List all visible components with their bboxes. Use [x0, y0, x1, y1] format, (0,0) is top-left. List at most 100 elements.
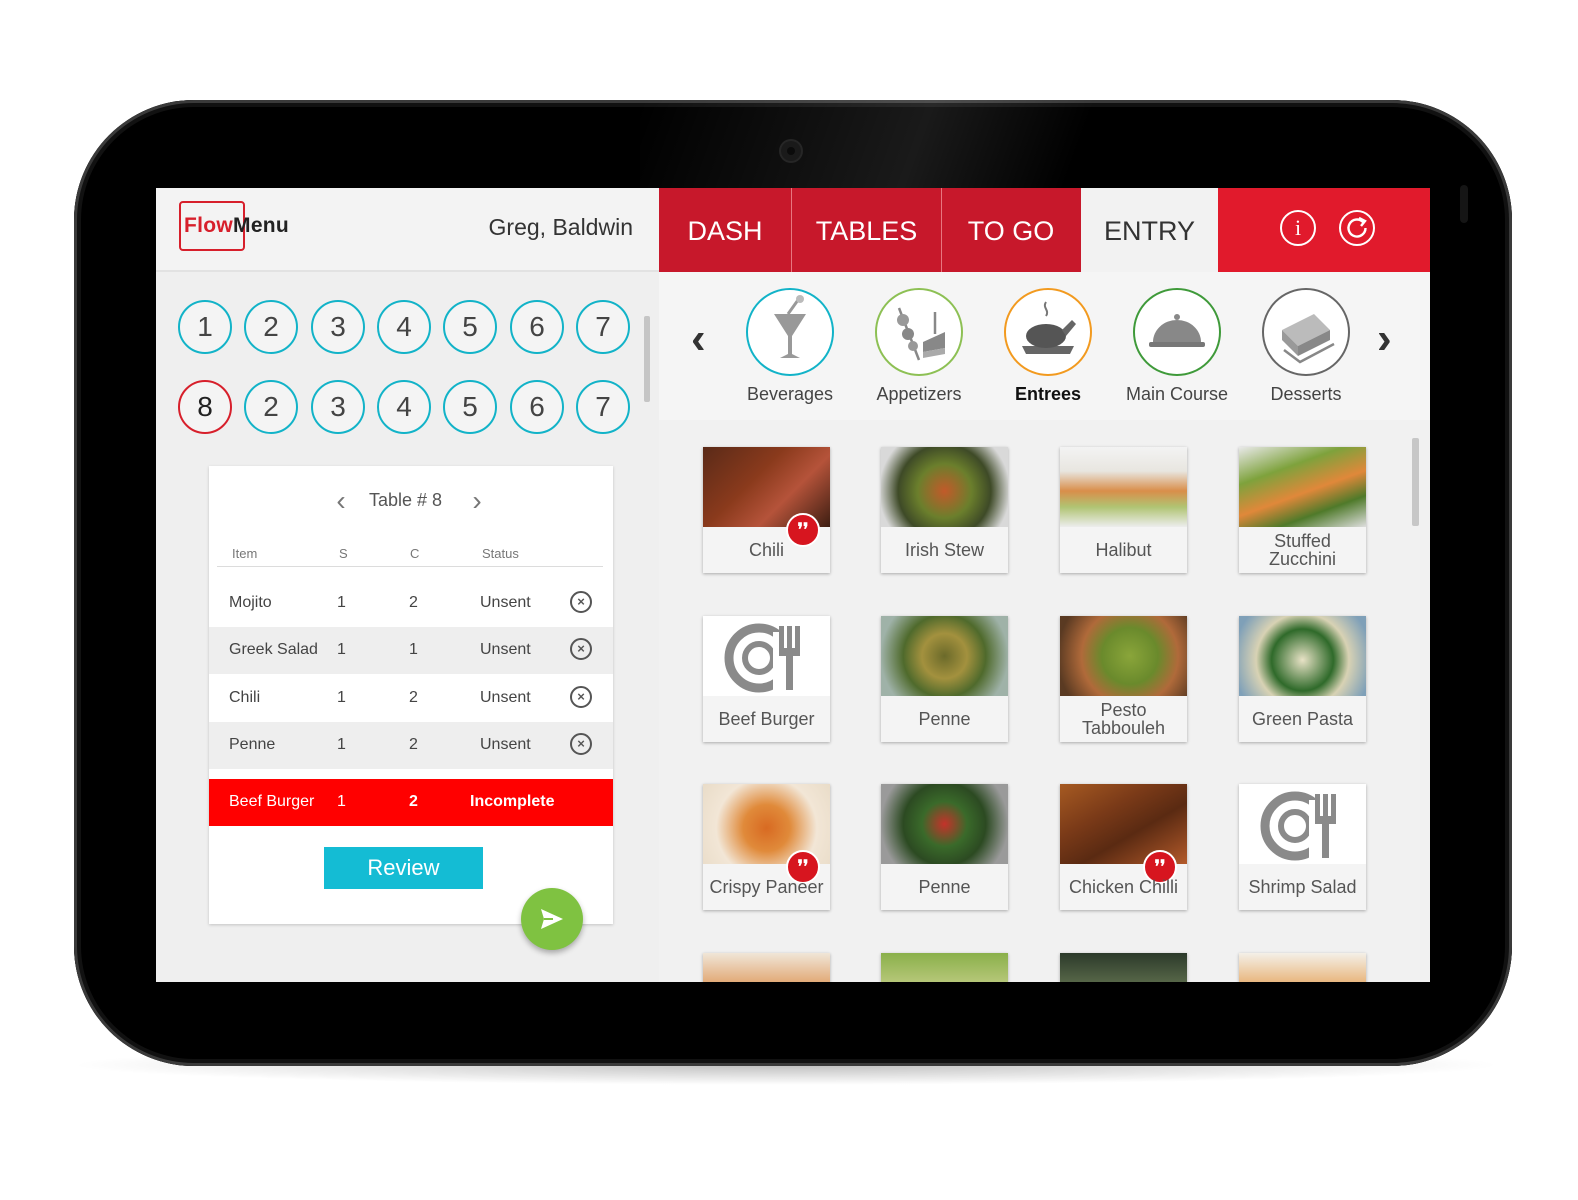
menu-item-chicken-chilli[interactable]: ❜❜ Chicken Chilli	[1060, 784, 1187, 910]
category-entrees[interactable]: Entrees	[993, 288, 1103, 405]
header-divider	[217, 566, 603, 567]
seat-button-row2-8-selected[interactable]: 8	[178, 380, 232, 434]
seat-button-row1-5[interactable]: 5	[443, 300, 497, 354]
food-image	[881, 953, 1008, 982]
menu-item-name: Stuffed Zucchini	[1268, 531, 1337, 569]
chevron-right-icon[interactable]: ›	[467, 486, 487, 516]
tab-dash[interactable]: DASH	[659, 188, 792, 272]
chevron-left-icon[interactable]: ‹	[331, 486, 351, 516]
menu-item-pesto-tabbouleh[interactable]: Pesto Tabbouleh	[1060, 616, 1187, 742]
menu-item-chili[interactable]: ❜❜ Chili	[703, 447, 830, 573]
food-image	[1060, 616, 1187, 696]
category-label: Desserts	[1270, 384, 1342, 404]
order-item-status: Unsent	[480, 689, 531, 706]
seat-button-row2-6[interactable]: 6	[510, 380, 564, 434]
order-item-name: Beef Burger	[229, 793, 315, 810]
tablet-side-button	[1460, 185, 1468, 223]
order-row[interactable]: Penne 1 2 Unsent ×	[209, 722, 613, 769]
seat-button-row2-4[interactable]: 4	[377, 380, 431, 434]
seat-button-row2-2[interactable]: 2	[244, 380, 298, 434]
order-row[interactable]: Chili 1 2 Unsent ×	[209, 675, 613, 722]
menu-item-partial[interactable]	[881, 953, 1008, 982]
order-item-name: Greek Salad	[229, 641, 318, 658]
send-order-button[interactable]	[521, 888, 583, 950]
cake-icon	[1262, 288, 1350, 376]
tab-tables[interactable]: TABLES	[792, 188, 942, 272]
menu-item-name: Shrimp Salad	[1248, 877, 1357, 897]
order-item-seat: 1	[337, 793, 346, 810]
seat-button-row1-7[interactable]: 7	[576, 300, 630, 354]
tab-entry[interactable]: ENTRY	[1081, 188, 1218, 272]
refresh-icon[interactable]	[1339, 210, 1375, 246]
category-main-course[interactable]: Main Course	[1122, 288, 1232, 405]
order-item-status: Incomplete	[470, 793, 555, 810]
order-panel: FlowMenu Greg, Baldwin 1 2 3 4 5 6 7 8 2…	[156, 188, 659, 982]
food-image	[1239, 616, 1366, 696]
order-row-incomplete[interactable]: Beef Burger 1 2 Incomplete	[209, 779, 613, 826]
seat-button-row1-6[interactable]: 6	[510, 300, 564, 354]
seat-button-row2-7[interactable]: 7	[576, 380, 630, 434]
table-navigator: ‹ Table # 8 ›	[209, 486, 613, 522]
category-label: Appetizers	[876, 384, 962, 404]
category-label: Main Course	[1125, 384, 1229, 404]
category-beverages[interactable]: Beverages	[735, 288, 845, 405]
order-row[interactable]: Greek Salad 1 1 Unsent ×	[209, 627, 613, 674]
order-item-course: 2	[409, 689, 418, 706]
menu-grid: ❜❜ Chili Irish Stew Halibut Stuffed Zucc…	[659, 420, 1430, 982]
menu-item-beef-burger[interactable]: Beef Burger	[703, 616, 830, 742]
menu-item-shrimp-salad[interactable]: Shrimp Salad	[1239, 784, 1366, 910]
menu-item-name: Pesto Tabbouleh	[1081, 700, 1166, 738]
seat-button-row2-3[interactable]: 3	[311, 380, 365, 434]
remove-item-icon[interactable]: ×	[570, 733, 592, 755]
remove-item-icon[interactable]: ×	[570, 591, 592, 613]
seat-button-row1-2[interactable]: 2	[244, 300, 298, 354]
food-image	[1239, 953, 1366, 982]
tab-to-go[interactable]: TO GO	[942, 188, 1080, 272]
food-image	[1060, 953, 1187, 982]
menu-item-partial[interactable]	[703, 953, 830, 982]
menu-item-name: Halibut	[1095, 540, 1152, 560]
order-item-seat: 1	[337, 594, 346, 611]
cloche-icon	[1133, 288, 1221, 376]
seat-button-row1-1[interactable]: 1	[178, 300, 232, 354]
menu-item-name: Chili	[748, 540, 784, 560]
menu-item-name: Crispy Paneer	[709, 877, 824, 897]
food-image	[881, 616, 1008, 696]
menu-item-penne[interactable]: Penne	[881, 616, 1008, 742]
menu-item-name: Penne	[918, 877, 971, 897]
menu-item-stuffed-zucchini[interactable]: Stuffed Zucchini	[1239, 447, 1366, 573]
menu-item-halibut[interactable]: Halibut	[1060, 447, 1187, 573]
seat-scrollbar[interactable]	[644, 316, 650, 402]
column-header-c: C	[410, 546, 420, 561]
remove-item-icon[interactable]: ×	[570, 686, 592, 708]
chevron-right-icon[interactable]: ›	[1377, 314, 1392, 364]
seat-button-row1-3[interactable]: 3	[311, 300, 365, 354]
menu-scrollbar[interactable]	[1412, 438, 1419, 526]
menu-item-name: Green Pasta	[1251, 709, 1354, 729]
order-item-course: 1	[409, 641, 418, 658]
review-button[interactable]: Review	[324, 847, 483, 889]
menu-item-green-pasta[interactable]: Green Pasta	[1239, 616, 1366, 742]
menu-item-penne[interactable]: Penne	[881, 784, 1008, 910]
category-appetizers[interactable]: Appetizers	[864, 288, 974, 405]
seat-button-row2-5[interactable]: 5	[443, 380, 497, 434]
top-nav: DASH TABLES TO GO ENTRY i	[659, 188, 1430, 272]
menu-item-partial[interactable]	[1239, 953, 1366, 982]
menu-item-name: Chicken Chilli	[1068, 877, 1179, 897]
category-desserts[interactable]: Desserts	[1251, 288, 1361, 405]
seat-button-row1-4[interactable]: 4	[377, 300, 431, 354]
order-item-seat: 1	[337, 689, 346, 706]
menu-item-partial[interactable]	[1060, 953, 1187, 982]
food-image	[881, 447, 1008, 527]
skewer-icon	[875, 288, 963, 376]
menu-item-crispy-paneer[interactable]: ❜❜ Crispy Paneer	[703, 784, 830, 910]
refresh-glyph	[1347, 216, 1367, 238]
order-item-name: Mojito	[229, 594, 272, 611]
chevron-left-icon[interactable]: ‹	[691, 314, 706, 364]
menu-item-irish-stew[interactable]: Irish Stew	[881, 447, 1008, 573]
remove-item-icon[interactable]: ×	[570, 638, 592, 660]
info-icon[interactable]: i	[1280, 210, 1316, 246]
order-row[interactable]: Mojito 1 2 Unsent ×	[209, 580, 613, 627]
menu-item-name: Beef Burger	[718, 709, 815, 729]
order-item-name: Penne	[229, 736, 276, 753]
